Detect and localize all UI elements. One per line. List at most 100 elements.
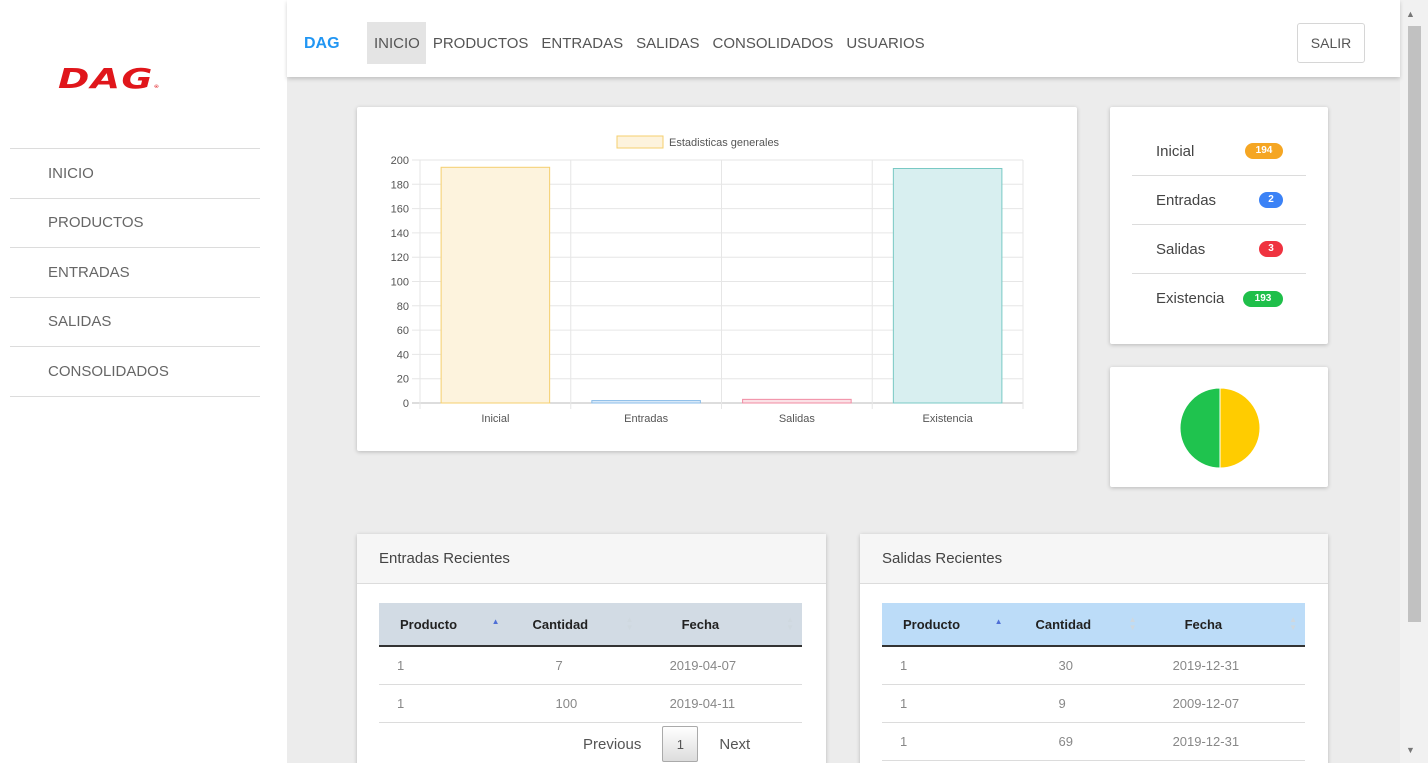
- y-tick-label: 60: [397, 325, 409, 337]
- sort-icon: ▲ ▼: [1128, 615, 1137, 632]
- y-tick-label: 100: [391, 277, 409, 289]
- dag-logo: DAG®: [58, 62, 161, 95]
- nav-salidas[interactable]: SALIDAS: [629, 22, 705, 64]
- salidas-table: Producto ▲ Cantidad ▲ ▼ Fecha ▲ ▼ 1 30 2019-1…: [882, 603, 1305, 761]
- bar-chart: 0 20 40 60 80 100 120 140 160 180 200 Inicial Entrad…: [391, 135, 1024, 425]
- scroll-up-arrow-icon[interactable]: ▲: [1406, 9, 1415, 19]
- column-header-fecha[interactable]: Fecha ▲ ▼: [641, 603, 802, 647]
- cell-cantidad: 100: [511, 684, 642, 723]
- legend-swatch[interactable]: [616, 135, 664, 149]
- chart-card: 0 20 40 60 80 100 120 140 160 180 200 Inicial Entrad…: [357, 107, 1077, 451]
- salidas-card: Salidas Recientes Producto ▲ Cantidad ▲ ▼ F…: [860, 534, 1328, 763]
- table-row: 1 30 2019-12-31: [882, 646, 1305, 685]
- column-header-producto[interactable]: Producto ▲: [882, 603, 1015, 647]
- sidebar-item-entradas[interactable]: ENTRADAS: [10, 248, 260, 298]
- column-header-cantidad[interactable]: Cantidad ▲ ▼: [511, 603, 642, 647]
- pagination-page-button[interactable]: 1: [662, 726, 699, 762]
- pie-slice[interactable]: [1219, 387, 1261, 469]
- pie-card: [1110, 367, 1328, 487]
- legend-label[interactable]: Estadisticas generales: [669, 137, 780, 149]
- y-tick-label: 160: [391, 204, 409, 216]
- cell-producto: 1: [882, 684, 1015, 723]
- y-tick-label: 140: [391, 228, 409, 240]
- entradas-table: Producto ▲ Cantidad ▲ ▼ Fecha ▲ ▼ 1 7 2019-04…: [379, 603, 802, 723]
- entradas-card: Entradas Recientes Producto ▲ Cantidad ▲ ▼ …: [357, 534, 826, 763]
- bar[interactable]: [742, 398, 852, 404]
- nav-consolidados[interactable]: CONSOLIDADOS: [705, 22, 839, 64]
- x-tick-label: Inicial: [481, 413, 509, 425]
- cell-fecha: 2019-12-31: [1144, 646, 1305, 685]
- pie-slice[interactable]: [1179, 387, 1221, 469]
- top-navbar: DAG INICIO PRODUCTOS ENTRADAS SALIDAS CO…: [287, 0, 1400, 77]
- cell-fecha: 2009-12-07: [1144, 684, 1305, 723]
- cell-producto: 1: [882, 722, 1015, 761]
- table-row: 1 7 2019-04-07: [379, 646, 802, 685]
- x-tick-label: Existencia: [923, 413, 974, 425]
- scrollbar-thumb[interactable]: [1408, 26, 1421, 622]
- y-tick-label: 180: [391, 179, 409, 191]
- stat-row-entradas: Entradas 2: [1132, 176, 1306, 225]
- sidebar-item-salidas[interactable]: SALIDAS: [10, 298, 260, 347]
- y-tick-label: 120: [391, 252, 409, 264]
- y-tick-label: 200: [391, 155, 409, 167]
- x-tick-label: Entradas: [624, 413, 669, 425]
- sort-icon: ▲ ▼: [1289, 615, 1297, 632]
- nav-inicio[interactable]: INICIO: [367, 22, 426, 64]
- bar[interactable]: [892, 168, 1003, 404]
- cell-cantidad: 9: [1014, 684, 1145, 723]
- x-tick-label: Salidas: [779, 413, 816, 425]
- entradas-title: Entradas Recientes: [357, 534, 826, 584]
- cell-cantidad: 7: [511, 646, 642, 685]
- logout-button[interactable]: SALIR: [1297, 23, 1365, 63]
- stat-row-existencia: Existencia 193: [1132, 274, 1306, 323]
- column-header-producto[interactable]: Producto ▲: [379, 603, 512, 647]
- top-nav: INICIO PRODUCTOS ENTRADAS SALIDAS CONSOL…: [367, 22, 931, 64]
- stat-badge: 3: [1259, 241, 1283, 257]
- stat-badge: 2: [1259, 192, 1283, 208]
- stat-label: Entradas: [1156, 191, 1217, 209]
- main-content: 0 20 40 60 80 100 120 140 160 180 200 Inicial Entrad…: [287, 77, 1400, 763]
- stat-row-salidas: Salidas 3: [1132, 225, 1306, 274]
- table-row: 1 9 2009-12-07: [882, 684, 1305, 723]
- cell-producto: 1: [882, 646, 1015, 685]
- stats-card: Inicial 194 Entradas 2 Salidas 3 Existen…: [1110, 107, 1328, 344]
- table-row: 1 69 2019-12-31: [882, 722, 1305, 761]
- sidebar-item-productos[interactable]: PRODUCTOS: [10, 199, 260, 248]
- scroll-down-arrow-icon[interactable]: ▼: [1406, 745, 1415, 755]
- cell-cantidad: 30: [1014, 646, 1145, 685]
- navbar-brand[interactable]: DAG: [304, 35, 340, 53]
- sidebar: DAG® INICIO PRODUCTOS ENTRADAS SALIDAS C…: [0, 0, 287, 763]
- sidebar-item-consolidados[interactable]: CONSOLIDADOS: [10, 347, 260, 397]
- cell-producto: 1: [379, 646, 512, 685]
- y-tick-label: 80: [397, 301, 409, 313]
- stat-label: Salidas: [1156, 240, 1206, 258]
- stat-badge: 194: [1245, 143, 1283, 159]
- bar[interactable]: [591, 400, 701, 404]
- y-tick-label: 20: [397, 374, 409, 386]
- pagination-previous[interactable]: Previous: [583, 736, 641, 753]
- pie-chart: [1179, 387, 1261, 469]
- nav-usuarios[interactable]: USUARIOS: [839, 22, 930, 64]
- stat-row-inicial: Inicial 194: [1132, 127, 1306, 176]
- stat-label: Inicial: [1156, 142, 1195, 160]
- stat-badge: 193: [1243, 290, 1283, 307]
- y-tick-label: 40: [397, 349, 409, 361]
- cell-fecha: 2019-04-11: [641, 684, 802, 723]
- sort-asc-icon: ▲: [994, 617, 1003, 626]
- nav-entradas[interactable]: ENTRADAS: [534, 22, 629, 64]
- salidas-title: Salidas Recientes: [860, 534, 1328, 584]
- nav-productos[interactable]: PRODUCTOS: [426, 22, 535, 64]
- page-scrollbar[interactable]: ▲ ▼: [1400, 0, 1428, 763]
- sort-icon: ▲ ▼: [625, 615, 634, 632]
- cell-fecha: 2019-12-31: [1144, 722, 1305, 761]
- sort-asc-icon: ▲: [491, 617, 500, 626]
- column-header-cantidad[interactable]: Cantidad ▲ ▼: [1014, 603, 1145, 647]
- sidebar-item-inicio[interactable]: INICIO: [10, 149, 260, 199]
- column-header-fecha[interactable]: Fecha ▲ ▼: [1144, 603, 1305, 647]
- table-row: 1 100 2019-04-11: [379, 684, 802, 723]
- bar[interactable]: [440, 166, 551, 404]
- cell-producto: 1: [379, 684, 512, 723]
- pagination-next[interactable]: Next: [719, 736, 750, 753]
- y-tick-label: 0: [403, 398, 409, 410]
- sidebar-nav: INICIO PRODUCTOS ENTRADAS SALIDAS CONSOL…: [10, 148, 260, 397]
